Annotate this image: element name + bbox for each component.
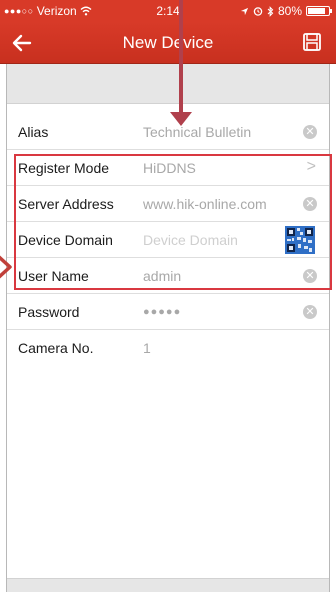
form-panel: Alias Technical Bulletin ✕ Register Mode… [6, 64, 330, 592]
alias-label: Alias [18, 123, 49, 140]
nav-bar: New Device [0, 22, 336, 64]
annotation-arrow-head [170, 112, 192, 126]
alias-input[interactable]: Technical Bulletin [143, 124, 251, 140]
alias-row[interactable]: Alias Technical Bulletin ✕ [7, 114, 329, 150]
battery-percent: 80% [277, 4, 302, 18]
clear-icon[interactable]: ✕ [303, 125, 317, 139]
status-right: 80% [240, 4, 332, 18]
camera-no-input[interactable]: 1 [143, 340, 151, 356]
clear-icon[interactable]: ✕ [303, 305, 317, 319]
camera-no-label: Camera No. [18, 340, 94, 356]
annotation-arrow-shaft [179, 0, 183, 116]
password-row[interactable]: Password ●●●●● ✕ [7, 294, 329, 330]
alarm-icon [253, 7, 263, 16]
password-label: Password [18, 303, 80, 320]
location-icon [240, 7, 249, 15]
save-icon [303, 33, 321, 51]
password-input[interactable]: ●●●●● [143, 306, 181, 318]
save-button[interactable] [302, 32, 324, 54]
page-title: New Device [122, 33, 214, 52]
bluetooth-icon [267, 5, 274, 17]
status-bar: ●●●○○ Verizon 2:14 80% [0, 0, 336, 22]
camera-no-row[interactable]: Camera No. 1 [7, 330, 329, 366]
annotation-side-arrow [0, 255, 12, 279]
battery-icon [306, 6, 332, 16]
annotation-highlight-box [14, 154, 332, 290]
form-header-band [7, 64, 329, 104]
form-footer-band [7, 578, 329, 592]
